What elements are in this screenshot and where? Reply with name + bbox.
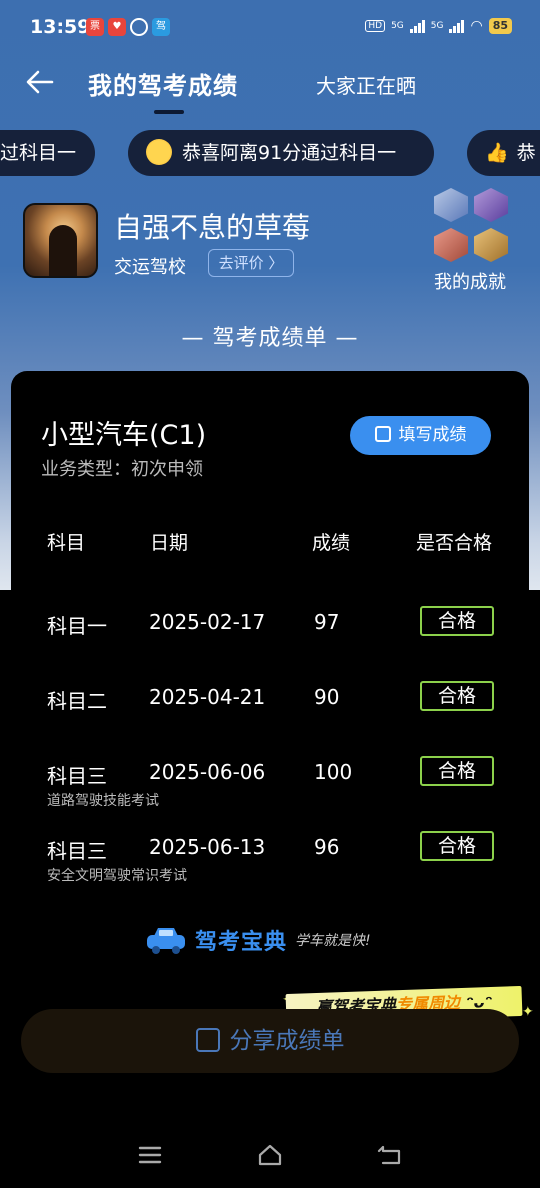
table-row: 科目三 2025-06-13 96 合格 安全文明驾驶常识考试 <box>11 831 529 895</box>
share-icon <box>195 1028 220 1052</box>
achievement-badges[interactable] <box>434 188 510 264</box>
row-note: 道路驾驶技能考试 <box>47 793 159 809</box>
row-date: 2025-06-13 <box>149 835 266 859</box>
row-subject: 科目二 <box>47 689 107 713</box>
pass-badge: 合格 <box>420 606 494 636</box>
status-time: 13:59 <box>30 16 91 38</box>
rate-school-button[interactable]: 去评价 〉 <box>208 249 294 277</box>
score-card: 小型汽车(C1) 业务类型：初次申领 填写成绩 科目 日期 成绩 是否合格 科目… <box>11 371 529 989</box>
signal-icon <box>409 19 425 33</box>
brand-logo: 驾考宝典 学车就是快! <box>145 923 371 957</box>
row-subject: 科目三 <box>47 764 107 788</box>
network-label: 5G <box>391 21 404 31</box>
signal-icon <box>449 19 465 33</box>
row-note: 安全文明驾驶常识考试 <box>47 868 187 884</box>
app-notification-icon: 驾 <box>152 18 170 36</box>
car-icon <box>147 928 185 954</box>
row-date: 2025-06-06 <box>149 760 266 784</box>
congrats-ticker: 过科目一 恭喜阿离91分通过科目一 👍 恭 <box>0 130 540 176</box>
row-subject: 科目一 <box>47 614 107 638</box>
pass-badge: 合格 <box>420 756 494 786</box>
home-icon[interactable] <box>257 1142 283 1168</box>
app-notification-icon: 票 <box>86 18 104 36</box>
notification-icons: 票 ♥ 驾 <box>86 18 170 36</box>
system-nav-bar <box>0 1130 540 1180</box>
driving-school-name: 交运驾校 <box>114 257 186 278</box>
brand-slogan: 学车就是快! <box>295 933 371 949</box>
avatar[interactable] <box>23 203 98 278</box>
status-bar: 13:59 票 ♥ 驾 HD 5G 5G ◠ 85 <box>0 0 540 56</box>
column-header-subject: 科目 <box>47 532 86 554</box>
badge-icon <box>474 228 508 262</box>
fill-score-button[interactable]: 填写成绩 <box>350 416 491 455</box>
back-arrow-icon[interactable] <box>22 64 58 100</box>
section-title: — 驾考成绩单 — <box>181 326 359 351</box>
table-row: 科目一 2025-02-17 97 合格 <box>11 606 529 670</box>
column-header-passed: 是否合格 <box>416 532 493 554</box>
tab-everyone-sharing[interactable]: 大家正在晒 <box>316 70 416 99</box>
app-notification-icon <box>130 18 148 36</box>
column-header-score: 成绩 <box>312 532 351 554</box>
battery-icon: 85 <box>488 18 512 34</box>
edit-icon <box>374 426 391 442</box>
achievements-label[interactable]: 我的成就 <box>434 268 506 294</box>
sparkle-icon: ✦ <box>522 1004 534 1020</box>
row-score: 90 <box>314 685 340 709</box>
app-notification-icon: ♥ <box>108 18 126 36</box>
row-date: 2025-02-17 <box>149 610 266 634</box>
pass-badge: 合格 <box>420 831 494 861</box>
brand-name: 驾考宝典 <box>195 930 288 955</box>
row-score: 97 <box>314 610 340 634</box>
hd-icon: HD <box>365 20 386 32</box>
star-eyes-emoji-icon <box>146 138 172 165</box>
ticker-item: 过科目一 <box>0 130 95 176</box>
badge-icon <box>474 188 508 222</box>
thumbs-up-icon: 👍 <box>485 142 509 164</box>
user-nickname: 自强不息的草莓 <box>114 211 311 244</box>
network-label: 5G <box>430 21 444 31</box>
vehicle-class: 小型汽车(C1) <box>41 420 207 451</box>
row-score: 96 <box>314 835 340 859</box>
badge-icon <box>434 228 468 262</box>
column-header-date: 日期 <box>150 532 189 554</box>
table-row: 科目三 2025-06-06 100 合格 道路驾驶技能考试 <box>11 756 529 820</box>
row-subject: 科目三 <box>47 839 107 863</box>
share-scores-button[interactable]: 分享成绩单 <box>21 1009 519 1073</box>
system-icons: HD 5G 5G ◠ 85 <box>365 18 512 34</box>
badge-icon <box>434 188 468 222</box>
wifi-icon: ◠ <box>470 18 483 34</box>
active-tab-indicator <box>154 110 184 114</box>
table-row: 科目二 2025-04-21 90 合格 <box>11 681 529 745</box>
row-date: 2025-04-21 <box>149 685 266 709</box>
pass-badge: 合格 <box>420 681 494 711</box>
ticker-item: 👍 恭 <box>467 130 540 176</box>
business-type: 业务类型：初次申领 <box>41 459 203 480</box>
return-icon[interactable] <box>377 1142 403 1168</box>
menu-icon[interactable] <box>137 1142 163 1168</box>
row-score: 100 <box>314 760 353 784</box>
page-title[interactable]: 我的驾考成绩 <box>88 66 238 101</box>
ticker-item: 恭喜阿离91分通过科目一 <box>128 130 434 176</box>
